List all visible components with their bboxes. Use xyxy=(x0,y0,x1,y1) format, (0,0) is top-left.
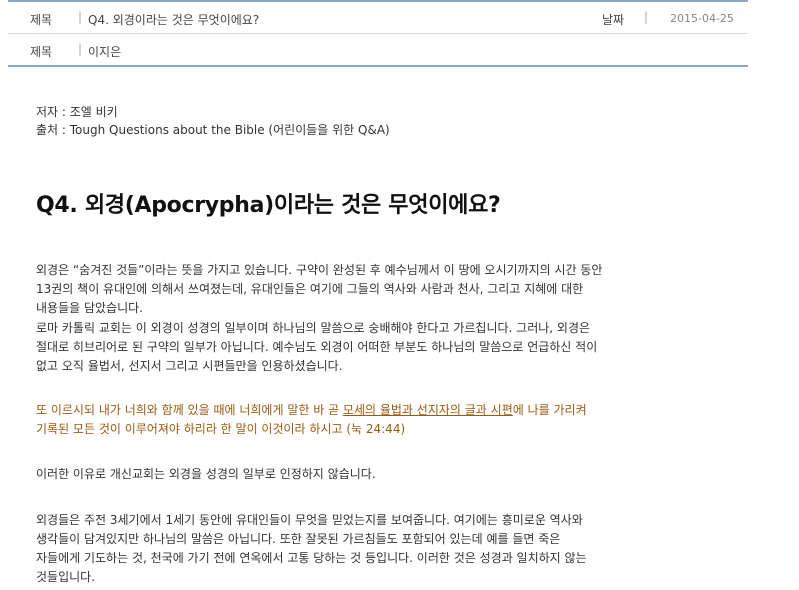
author-row: 제목 | 이지은 xyxy=(8,34,748,67)
paragraph-line: 내용들을 담았습니다. xyxy=(36,301,143,315)
separator: | xyxy=(644,10,649,24)
scripture-quote: 또 이르시되 내가 너희와 함께 있을 때에 너희에게 말한 바 곧 모세의 율… xyxy=(36,401,736,439)
quote-line: 또 이르시되 내가 너희와 함께 있을 때에 너희에게 말한 바 곧 모세의 율… xyxy=(36,401,736,420)
title-label: 제목 xyxy=(30,13,53,27)
author-label: 제목 xyxy=(30,45,53,59)
quote-line: 기록된 모든 것이 이루어져야 하리라 한 말이 이것이라 하시고 (눅 24:… xyxy=(36,422,406,436)
paragraph-2: 로마 카톨릭 교회는 이 외경이 성경의 일부이며 하나님의 말씀으로 숭배해야… xyxy=(36,319,736,376)
quote-underlined-text: 모세의 율법과 선지자의 글과 시편 xyxy=(342,403,513,417)
author-value: 이지은 xyxy=(88,45,122,59)
paragraph-1: 외경은 “숨겨진 것들”이라는 뜻을 가지고 있습니다. 구약이 완성된 후 예… xyxy=(36,261,736,318)
article-heading: Q4. 외경(Apocrypha)이라는 것은 무엇이에요? xyxy=(36,193,501,218)
paragraph-line: 자들에게 기도하는 것, 천국에 가기 전에 연옥에서 고통 당하는 것 등입니… xyxy=(36,551,587,565)
paragraph-line: 로마 카톨릭 교회는 이 외경이 성경의 일부이며 하나님의 말씀으로 숭배해야… xyxy=(36,321,591,335)
article-body: 저자 : 조엘 비키 출처 : Tough Questions about th… xyxy=(36,103,736,584)
separator: | xyxy=(78,42,83,56)
quote-text: 또 이르시되 내가 너희와 함께 있을 때에 너희에게 말한 바 곧 xyxy=(36,403,343,417)
post-meta-table: 제목 | Q4. 외경이라는 것은 무엇이에요? 날짜 | 2015-04-25… xyxy=(8,0,748,67)
paragraph-4: 외경들은 주전 3세기에서 1세기 동안에 유대인들이 무엇을 믿었는지를 보여… xyxy=(36,511,736,587)
paragraph-line: 외경은 “숨겨진 것들”이라는 뜻을 가지고 있습니다. 구약이 완성된 후 예… xyxy=(36,263,603,277)
date-value: 2015-04-25 xyxy=(670,12,734,25)
author-line: 저자 : 조엘 비키 xyxy=(36,105,118,119)
paragraph-3: 이러한 이유로 개신교회는 외경을 성경의 일부로 인정하지 않습니다. xyxy=(36,467,376,481)
paragraph-line: 것들입니다. xyxy=(36,570,96,584)
paragraph-line: 없고 오직 율법서, 선지서 그리고 시편들만을 인용하셨습니다. xyxy=(36,359,343,373)
paragraph-line: 생각들이 담겨있지만 하나님의 말씀은 아닙니다. 또한 잘못된 가르침들도 포… xyxy=(36,532,561,546)
paragraph-line: 13권의 책이 유대인에 의해서 쓰여졌는데, 유대인들은 여기에 그들의 역사… xyxy=(36,282,584,296)
separator: | xyxy=(78,10,83,24)
source-line: 출처 : Tough Questions about the Bible (어린… xyxy=(36,123,390,137)
paragraph-line: 절대로 히브리어로 된 구약의 일부가 아닙니다. 예수님도 외경이 어떠한 부… xyxy=(36,340,598,354)
date-label: 날짜 xyxy=(602,13,625,27)
title-value: Q4. 외경이라는 것은 무엇이에요? xyxy=(88,13,260,27)
title-row: 제목 | Q4. 외경이라는 것은 무엇이에요? 날짜 | 2015-04-25 xyxy=(8,0,748,34)
paragraph-line: 외경들은 주전 3세기에서 1세기 동안에 유대인들이 무엇을 믿었는지를 보여… xyxy=(36,513,583,527)
quote-text: 에 나를 가리켜 xyxy=(512,403,587,417)
